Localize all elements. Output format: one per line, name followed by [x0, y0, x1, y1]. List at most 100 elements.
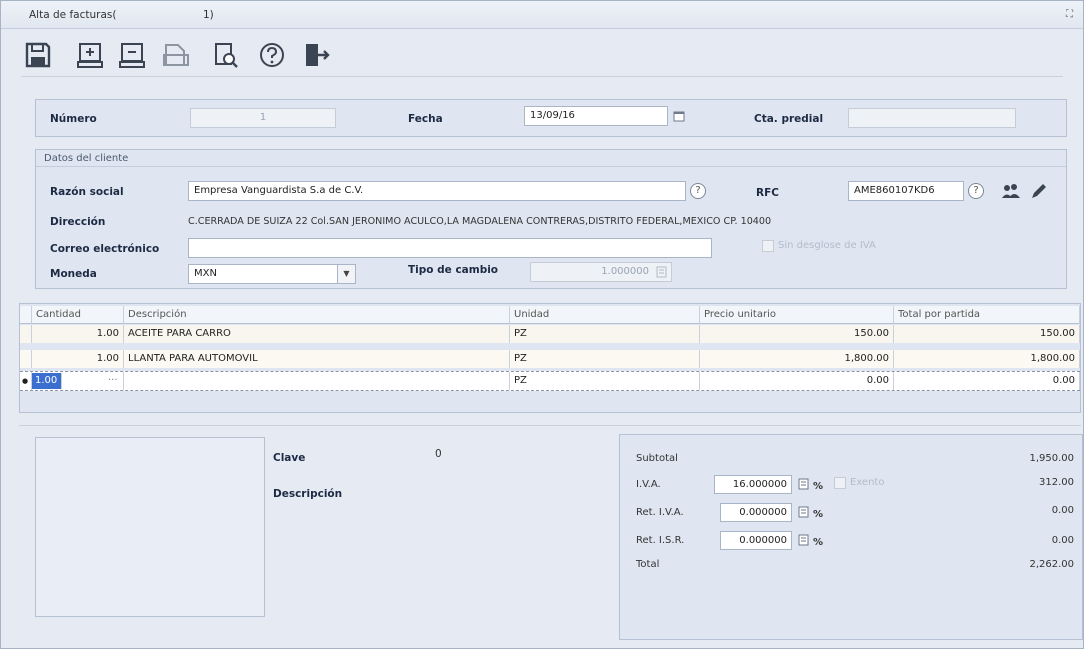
- restore-icon[interactable]: ⛶: [1066, 9, 1073, 20]
- header-panel: Número 1 Fecha 13/09/16 Cta. predial: [35, 99, 1067, 137]
- cell-total[interactable]: 150.00: [894, 325, 1080, 343]
- cell-unidad[interactable]: PZ: [510, 350, 700, 368]
- save-button[interactable]: [23, 41, 53, 69]
- col-total[interactable]: Total por partida: [894, 306, 1080, 324]
- col-cantidad[interactable]: Cantidad: [32, 306, 124, 324]
- window-title-suffix: 1): [203, 9, 214, 21]
- cell-cantidad-editing[interactable]: 1.00: [32, 373, 62, 389]
- numero-field[interactable]: 1: [190, 108, 336, 128]
- client-list-button[interactable]: [1000, 180, 1022, 202]
- remove-row-icon: [119, 43, 145, 68]
- print-button[interactable]: [161, 41, 191, 69]
- preview-button[interactable]: [211, 41, 241, 69]
- rfc-label: RFC: [756, 187, 779, 199]
- cell-cantidad[interactable]: 1.00: [32, 325, 124, 343]
- current-row-marker: ●: [20, 372, 32, 390]
- preview-icon: [215, 43, 238, 68]
- totals-panel: Subtotal 1,950.00 I.V.A. 16.000000 % Exe…: [619, 434, 1083, 640]
- product-image: [35, 437, 265, 617]
- razon-social-label: Razón social: [50, 186, 124, 198]
- iva-value: 312.00: [1039, 477, 1074, 488]
- ret-isr-value: 0.00: [1051, 535, 1074, 546]
- sin-desglose-checkbox[interactable]: [762, 240, 774, 252]
- ret-isr-calc-button[interactable]: [794, 531, 812, 549]
- cell-descripcion[interactable]: [124, 372, 510, 390]
- fecha-field[interactable]: 13/09/16: [524, 106, 668, 126]
- col-precio[interactable]: Precio unitario: [700, 306, 894, 324]
- tipo-cambio-label: Tipo de cambio: [408, 264, 499, 276]
- moneda-dropdown-button[interactable]: ▼: [338, 264, 356, 284]
- fecha-calendar-button[interactable]: [670, 107, 688, 125]
- cell-total[interactable]: 1,800.00: [894, 350, 1080, 368]
- cliente-section-title: Datos del cliente: [44, 153, 129, 164]
- cliente-divider: [36, 166, 1066, 167]
- rfc-field[interactable]: AME860107KD6: [848, 181, 964, 201]
- iva-pct: %: [813, 481, 824, 492]
- title-bar: Alta de facturas( 1) ⛶: [1, 1, 1083, 29]
- calculator-icon: [798, 506, 808, 518]
- iva-calc-button[interactable]: [794, 475, 812, 493]
- table-row[interactable]: 1.00 LLANTA PARA AUTOMOVIL PZ 1,800.00 1…: [20, 350, 1080, 368]
- help-icon: [260, 43, 284, 67]
- iva-rate-field[interactable]: 16.000000: [714, 475, 792, 494]
- exit-button[interactable]: [301, 41, 331, 69]
- iva-label: I.V.A.: [636, 479, 661, 490]
- cell-unidad[interactable]: PZ: [510, 325, 700, 343]
- add-row-button[interactable]: [75, 41, 105, 69]
- tipo-cambio-field[interactable]: 1.000000: [530, 262, 672, 282]
- ret-isr-rate-field[interactable]: 0.000000: [720, 531, 792, 550]
- cell-descripcion[interactable]: LLANTA PARA AUTOMOVIL: [124, 350, 510, 368]
- cell-precio[interactable]: 1,800.00: [700, 350, 894, 368]
- help-button[interactable]: [257, 41, 287, 69]
- correo-field[interactable]: [188, 238, 712, 258]
- cell-unidad[interactable]: PZ: [510, 372, 700, 390]
- calculator-icon: [656, 266, 666, 278]
- numero-label: Número: [50, 113, 97, 125]
- direccion-value: C.CERRADA DE SUIZA 22 Col.SAN JERONIMO A…: [188, 216, 772, 227]
- total-label: Total: [636, 559, 660, 570]
- items-grid: Cantidad Descripción Unidad Precio unita…: [19, 303, 1081, 413]
- grid-bottom-divider: [19, 425, 1081, 426]
- table-row[interactable]: 1.00 ACEITE PARA CARRO PZ 150.00 150.00: [20, 325, 1080, 343]
- cell-precio[interactable]: 150.00: [700, 325, 894, 343]
- razon-social-lookup-icon[interactable]: ?: [690, 183, 706, 199]
- cell-precio[interactable]: 0.00: [700, 372, 894, 390]
- cell-lookup-button[interactable]: ···: [104, 372, 124, 390]
- clave-value: 0: [435, 448, 442, 460]
- chevron-down-icon: ▼: [343, 269, 350, 278]
- exit-icon: [306, 44, 330, 66]
- edit-client-button[interactable]: [1028, 180, 1050, 202]
- exento-checkbox[interactable]: [834, 477, 846, 489]
- cell-total[interactable]: 0.00: [894, 372, 1080, 390]
- rfc-lookup-icon[interactable]: ?: [968, 183, 984, 199]
- cliente-panel: Datos del cliente Razón social Empresa V…: [35, 149, 1067, 289]
- table-row-new[interactable]: ● 1.00 ··· PZ 0.00 0.00: [20, 371, 1080, 391]
- ret-iva-rate-field[interactable]: 0.000000: [720, 503, 792, 522]
- ret-iva-pct: %: [813, 509, 824, 520]
- cta-predial-field[interactable]: [848, 108, 1016, 128]
- col-descripcion[interactable]: Descripción: [124, 306, 510, 324]
- cell-descripcion[interactable]: ACEITE PARA CARRO: [124, 325, 510, 343]
- invoice-window: Alta de facturas( 1) ⛶ Número 1 Fecha 13…: [0, 0, 1084, 649]
- remove-row-button[interactable]: [117, 41, 147, 69]
- cta-predial-label: Cta. predial: [754, 113, 824, 125]
- row-indicator: [20, 350, 32, 368]
- grid-header-indicator: [20, 306, 32, 324]
- col-unidad[interactable]: Unidad: [510, 306, 700, 324]
- toolbar: [1, 30, 1083, 75]
- clave-label: Clave: [273, 452, 306, 464]
- save-icon: [25, 42, 51, 68]
- total-value: 2,262.00: [1029, 559, 1074, 570]
- tipo-cambio-calc-button[interactable]: [652, 263, 670, 281]
- calculator-icon: [798, 534, 808, 546]
- moneda-label: Moneda: [50, 268, 97, 280]
- toolbar-divider: [21, 76, 1063, 77]
- subtotal-value: 1,950.00: [1029, 453, 1074, 464]
- moneda-select[interactable]: MXN: [188, 264, 338, 284]
- cell-cantidad[interactable]: 1.00: [32, 350, 124, 368]
- window-title: Alta de facturas(: [29, 9, 117, 21]
- razon-social-field[interactable]: Empresa Vanguardista S.a de C.V.: [188, 181, 686, 201]
- ret-iva-label: Ret. I.V.A.: [636, 507, 684, 518]
- fecha-label: Fecha: [408, 113, 443, 125]
- ret-iva-calc-button[interactable]: [794, 503, 812, 521]
